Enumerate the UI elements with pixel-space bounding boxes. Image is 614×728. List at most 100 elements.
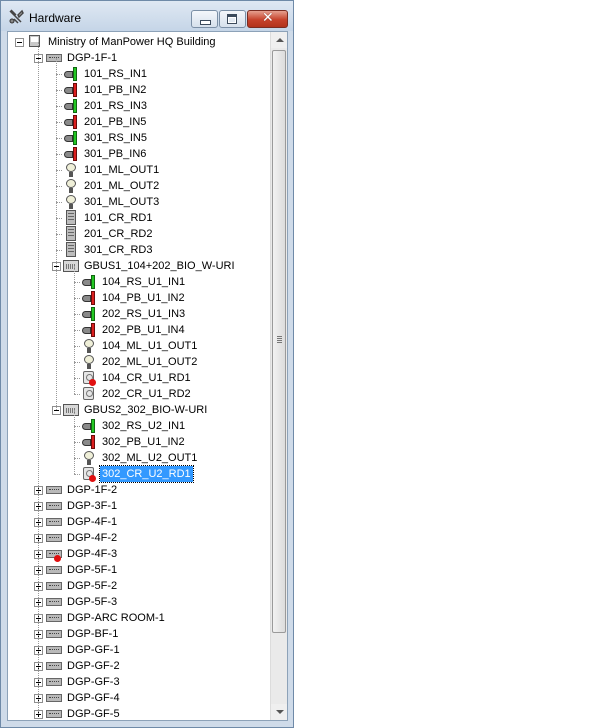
tree-node-point[interactable]: 202_ML_U1_OUT2: [8, 354, 270, 370]
input-red-icon: [80, 290, 98, 306]
tree-node-gbus[interactable]: GBUS2_302_BIO-W-URI: [8, 402, 270, 418]
tree-node-point[interactable]: 101_CR_RD1: [8, 210, 270, 226]
tree-node-point[interactable]: 302_CR_U2_RD1: [8, 465, 270, 483]
tree-node-panel[interactable]: DGP-1F-1: [8, 50, 270, 66]
tree-node-point[interactable]: 101_ML_OUT1: [8, 162, 270, 178]
tree-node-point[interactable]: 302_PB_U1_IN2: [8, 434, 270, 450]
tree-node-root[interactable]: Ministry of ManPower HQ Building: [8, 34, 270, 50]
panel-module-icon: [45, 594, 63, 610]
tree-node-label: Ministry of ManPower HQ Building: [48, 36, 216, 48]
tree-node-panel[interactable]: DGP-4F-2: [8, 530, 270, 546]
scroll-thumb[interactable]: [272, 50, 286, 633]
scroll-down-button[interactable]: [271, 704, 287, 720]
hardware-tree-panel: Ministry of ManPower HQ Building DGP-1F-1…: [7, 31, 288, 721]
collapse-minus-icon[interactable]: [15, 38, 24, 47]
tree-node-label: 104_PB_U1_IN2: [102, 292, 185, 304]
scroll-grip-icon: [277, 336, 282, 343]
tree-node-panel[interactable]: DGP-GF-4: [8, 690, 270, 706]
building-pc-icon: [26, 34, 44, 50]
tree-node-label: GBUS1_104+202_BIO_W-URI: [84, 260, 235, 272]
tree-node-label: 201_PB_IN5: [84, 116, 147, 128]
hardware-icon: [9, 9, 24, 24]
tree-node-point[interactable]: 202_PB_U1_IN4: [8, 322, 270, 338]
minimize-button[interactable]: [191, 10, 218, 28]
tree-node-point[interactable]: 104_CR_U1_RD1: [8, 370, 270, 386]
tree-node-label: DGP-5F-2: [67, 580, 118, 592]
input-green-icon: [80, 274, 98, 290]
tree-node-point[interactable]: 101_RS_IN1: [8, 66, 270, 82]
tree-node-label: 302_RS_U2_IN1: [102, 420, 186, 432]
tree-node-panel[interactable]: DGP-4F-1: [8, 514, 270, 530]
tree-node-point[interactable]: 202_CR_U1_RD2: [8, 386, 270, 402]
tree-node-label: 104_ML_U1_OUT1: [102, 340, 198, 352]
tree-node-point[interactable]: 202_RS_U1_IN3: [8, 306, 270, 322]
tree-node-point[interactable]: 302_RS_U2_IN1: [8, 418, 270, 434]
tree-node-label: DGP-GF-4: [67, 692, 120, 704]
tree-node-label: 301_PB_IN6: [84, 148, 147, 160]
gbus-module-icon: [62, 402, 80, 418]
tree-node-label: 201_RS_IN3: [84, 100, 147, 112]
tree-node-panel[interactable]: DGP-GF-5: [8, 706, 270, 720]
panel-module-icon: [45, 610, 63, 626]
tree-connector-line: [74, 266, 75, 394]
panel-module-icon: [45, 706, 63, 720]
panel-alarm-icon: [45, 546, 63, 562]
tree-node-point[interactable]: 301_RS_IN5: [8, 130, 270, 146]
tree-node-point[interactable]: 301_CR_RD3: [8, 242, 270, 258]
tree-node-panel[interactable]: DGP-ARC ROOM-1: [8, 610, 270, 626]
tree-node-panel[interactable]: DGP-1F-2: [8, 482, 270, 498]
tree-node-label: DGP-4F-1: [67, 516, 118, 528]
tree-node-panel[interactable]: DGP-GF-1: [8, 642, 270, 658]
tree-node-point[interactable]: 302_ML_U2_OUT1: [8, 450, 270, 466]
tree-connector-line: [74, 394, 80, 395]
tree-node-label: 202_ML_U1_OUT2: [102, 356, 198, 368]
tree-node-panel[interactable]: DGP-4F-3: [8, 546, 270, 562]
tree-node-label: 301_ML_OUT3: [84, 196, 160, 208]
tree-node-point[interactable]: 201_PB_IN5: [8, 114, 270, 130]
maximize-button[interactable]: [219, 10, 246, 28]
tree-node-label: DGP-GF-2: [67, 660, 120, 672]
tree-node-point[interactable]: 101_PB_IN2: [8, 82, 270, 98]
tree-connector-line: [74, 410, 75, 474]
tree-node-panel[interactable]: DGP-GF-2: [8, 658, 270, 674]
lightbulb-output-icon: [80, 354, 98, 370]
tree-node-point[interactable]: 201_RS_IN3: [8, 98, 270, 114]
input-red-icon: [62, 82, 80, 98]
tree-node-panel[interactable]: DGP-5F-1: [8, 562, 270, 578]
tree-node-point[interactable]: 301_PB_IN6: [8, 146, 270, 162]
tree-node-point[interactable]: 104_PB_U1_IN2: [8, 290, 270, 306]
tree-node-point[interactable]: 301_ML_OUT3: [8, 194, 270, 210]
tree-node-gbus[interactable]: GBUS1_104+202_BIO_W-URI: [8, 258, 270, 274]
tree-node-label: 301_RS_IN5: [84, 132, 147, 144]
card-reader-unit-icon: [80, 386, 98, 402]
scroll-up-button[interactable]: [271, 32, 287, 48]
tree-node-panel[interactable]: DGP-3F-1: [8, 498, 270, 514]
tree-connector-line: [74, 474, 80, 475]
close-button[interactable]: ✕: [247, 10, 288, 28]
tree-node-point[interactable]: 104_ML_U1_OUT1: [8, 338, 270, 354]
input-red-icon: [62, 114, 80, 130]
tree-node-panel[interactable]: DGP-GF-3: [8, 674, 270, 690]
tree-node-label: 202_PB_U1_IN4: [102, 324, 185, 336]
tree-node-point[interactable]: 104_RS_U1_IN1: [8, 274, 270, 290]
tree-node-label: 101_RS_IN1: [84, 68, 147, 80]
vertical-scrollbar[interactable]: [270, 32, 287, 720]
tree-node-label: DGP-1F-1: [67, 52, 118, 64]
tree-node-label: DGP-GF-5: [67, 708, 120, 720]
title-bar[interactable]: Hardware ✕: [1, 1, 293, 31]
tree-node-panel[interactable]: DGP-BF-1: [8, 626, 270, 642]
tree-node-point[interactable]: 201_ML_OUT2: [8, 178, 270, 194]
tree-node-label: 104_RS_U1_IN1: [102, 276, 186, 288]
tree-node-label: 201_CR_RD2: [84, 228, 153, 240]
panel-module-icon: [45, 690, 63, 706]
tree-node-label: DGP-3F-1: [67, 500, 118, 512]
tree-node-label: 101_PB_IN2: [84, 84, 147, 96]
input-green-icon: [62, 130, 80, 146]
panel-module-icon: [45, 642, 63, 658]
tree-node-panel[interactable]: DGP-5F-2: [8, 578, 270, 594]
tree-node-point[interactable]: 201_CR_RD2: [8, 226, 270, 242]
maximize-icon: [227, 14, 237, 24]
tree-node-panel[interactable]: DGP-5F-3: [8, 594, 270, 610]
input-red-icon: [80, 434, 98, 450]
hardware-tree[interactable]: Ministry of ManPower HQ Building DGP-1F-1…: [8, 32, 270, 720]
